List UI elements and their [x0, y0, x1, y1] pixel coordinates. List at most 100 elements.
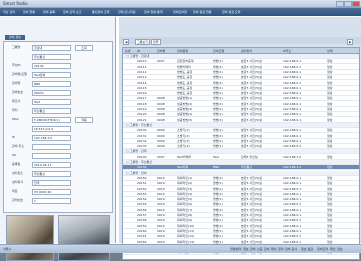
field-input[interactable]: 33 0000 26 — [32, 189, 71, 195]
status-item: 정보 — [337, 247, 343, 251]
next-arrow-icon[interactable]: ▶ — [347, 39, 354, 45]
find-button[interactable]: 조회 — [75, 45, 93, 51]
table-row[interactable]: 20132 0009 소방기(3) 방범(1) 본관3 사진(5)실 192.168.0.… — [123, 139, 359, 144]
table-row[interactable]: 20131 0009 소방기(2) 방범(1) 본관3 사진(5)실 192.168.0.… — [123, 134, 359, 139]
field-input[interactable]: 무선통신 — [32, 54, 71, 60]
group-view-button[interactable]: 그룹보기 — [135, 39, 151, 45]
field-input[interactable]: L8-577-0.0.0 — [32, 126, 71, 132]
field-row: 장비형 BNZ — [8, 81, 108, 87]
table-row[interactable]: 20161 0010 대외라인(12) 방범(1) 본관3 사진(5)실 192.168.… — [123, 234, 359, 240]
table-row[interactable]: 20111 방범카메라 방범(1) 본관3 사진(5)실 192.168.0.1 정상 — [123, 65, 359, 70]
field-label: 장비형 — [12, 81, 21, 85]
table-row[interactable]: 20114 방범도_공장 방범(1) 본관3 사진(5)실 192.168.0.1 정상 — [123, 81, 359, 86]
table-row[interactable]: 20110 0007 관련장비중계 방범(1) 본관3 사진(5)실 192.168.0.… — [123, 59, 359, 65]
table-row[interactable]: 20112 방범도_공장 방범(1) 본관3 사진(5)실 192.168.0.1 정상 — [123, 70, 359, 75]
field-input[interactable]: 무선통신 — [32, 171, 71, 177]
field-input[interactable]: BNZ — [32, 81, 71, 87]
table-row[interactable]: 20119 0008 성공방범(3) 방범(1) 본관3 사진(5)실 192.168.0… — [123, 107, 359, 112]
group-row[interactable]: ▢ 그룹명 : 한강대 — [123, 54, 359, 59]
cell: 본관3 사진(5)실 — [241, 234, 262, 239]
group-row[interactable]: ▢ 그룹명 : 무선통신 — [123, 160, 359, 165]
column-header[interactable]: ID — [137, 49, 140, 53]
table-row[interactable]: 20140 0007 Test카메라 Test 관제3 무선실 192.168.1.0 정상 — [123, 155, 359, 160]
menu-item-3[interactable]: 장비 요약 보고 — [63, 10, 81, 14]
maximize-button[interactable] — [344, 1, 352, 7]
field-input[interactable]: F-0MD4S7TD1(1) — [32, 117, 71, 123]
table-row[interactable]: 20133 0009 소방기(4) 방범(1) 본관3 사진(5)실 192.168.0.… — [123, 144, 359, 150]
table-row[interactable]: 20121 0008 성공방범(5) 방범(1) 본관3 사진(5)실 192.168.0… — [123, 118, 359, 123]
cell: 0010 — [157, 213, 165, 217]
cell: 방범(1) — [213, 112, 223, 117]
table-row[interactable]: 20159 0010 대외라인(10) 방범(1) 본관3 사진(5)실 192.168.… — [123, 224, 359, 229]
cell: 방범(1) — [213, 138, 223, 143]
column-header[interactable]: 장비종류 — [177, 49, 188, 53]
cell: 대외라인(5) — [177, 197, 193, 202]
cell: 0009 — [157, 133, 165, 138]
table-row[interactable]: 20120 0008 성공방범(4) 방범(1) 본관3 사진(5)실 192.168.0… — [123, 112, 359, 118]
table-row[interactable]: 20153 0010 대외라인(4) 방범(1) 본관3 사진(5)실 192.168.0… — [123, 192, 359, 197]
menu-item-9[interactable]: 장비 점검 요약 — [222, 10, 240, 14]
column-header[interactable]: 설치위치 — [241, 49, 252, 53]
menu-item-4[interactable]: 통신장비 조회 — [92, 10, 110, 14]
table-row[interactable]: 20156 0010 대외라인(7) 방범(1) 본관3 사진(5)실 192.168.0… — [123, 208, 359, 213]
column-header[interactable]: 장비모델 — [213, 49, 224, 53]
field-input[interactable]: 한강대 — [32, 45, 71, 51]
column-header[interactable]: 장비명 — [157, 49, 165, 53]
field-label: 관리번호 — [12, 198, 24, 202]
menu-item-8[interactable]: 장비 점검 현황 — [193, 10, 211, 14]
cell: 192.168.0.1 — [283, 101, 302, 106]
table-row[interactable]: 20130 0009 소방기(1) 방범(1) 본관3 사진(5)실 192.168.0.… — [123, 128, 359, 134]
table-row[interactable]: 20134 Test장비 BNZ 무선통신 192.168.1.0 정상 — [123, 165, 359, 171]
column-header[interactable]: IP주소 — [283, 49, 291, 53]
table-row[interactable]: 20117 0008 성공방범(1) 방범(1) 본관3 사진(5)실 192.168.0… — [123, 96, 359, 102]
table-row[interactable]: 20154 0010 대외라인(5) 방범(1) 본관3 사진(5)실 192.168.0… — [123, 197, 359, 203]
menu-item-5[interactable]: 관제 모니터링 — [118, 10, 136, 14]
menu-item-0[interactable]: 자산 관리 — [3, 10, 15, 14]
minimize-button[interactable] — [336, 1, 344, 7]
cell: 방범(1) — [213, 197, 223, 202]
menu-item-7[interactable]: 장비모바일 — [173, 10, 187, 14]
table-row[interactable]: 20160 0010 대외라인(11) 방범(1) 본관3 사진(5)실 192.168.… — [123, 229, 359, 234]
cell: 정상 — [327, 91, 333, 96]
group-row[interactable]: ▢ 그룹명 : 무선통신 — [123, 122, 359, 128]
menu-item-2[interactable]: 장비 등록 — [43, 10, 55, 14]
menu-item-6[interactable]: 장비 현황 통계 — [144, 10, 162, 14]
status-item: 정보 — [243, 247, 249, 251]
field-input[interactable]: 09070 — [32, 90, 71, 96]
window-title: Smart Radio — [3, 1, 28, 6]
field-input[interactable] — [32, 144, 71, 150]
close-button[interactable] — [352, 1, 360, 7]
prev-arrow-icon[interactable]: ◀ — [123, 39, 130, 45]
menu-item-1[interactable]: 장비 현황 — [23, 10, 35, 14]
table-row[interactable]: 20152 0010 대외라인(3) 방범(1) 본관3 사진(5)실 192.168.0… — [123, 187, 359, 192]
cell: 0010 — [157, 228, 165, 233]
field-input[interactable]: 20134 — [32, 63, 71, 69]
table-row[interactable]: 20115 방범도_공장 방범(1) 본관3 사진(5)실 192.168.0.1 정상 — [123, 86, 359, 91]
table-row[interactable]: 20157 0010 대외라인(8) 방범(1) 본관3 사진(5)실 192.168.0… — [123, 213, 359, 218]
group-row[interactable]: ▢ 그룹명 : 관제 — [123, 149, 359, 155]
field-input[interactable]: 한국 — [32, 180, 71, 186]
cell: 20153 — [137, 191, 147, 196]
equipment-info-tab[interactable]: 장비 정보 — [5, 35, 25, 40]
group-row[interactable]: ▢ 그룹명 : 장비 — [123, 170, 359, 176]
column-header[interactable]: 순번 — [125, 49, 131, 53]
field-input[interactable]: 192.168.1.0 — [32, 135, 71, 141]
field-input[interactable] — [32, 153, 71, 159]
field-input[interactable]: 2014-05-11 — [32, 162, 71, 168]
field-input[interactable]: Test장비 — [32, 72, 71, 78]
table-row[interactable]: 20150 0010 대외라인(1) 방범(1) 본관3 사진(5)실 192.168.0… — [123, 176, 359, 181]
table-row[interactable]: 20158 0010 대외라인(9) 방범(1) 본관3 사진(5)실 192.168.0… — [123, 218, 359, 224]
column-header[interactable]: 상태 — [327, 49, 333, 53]
table-row[interactable]: 20118 0008 성공방범(2) 방범(1) 본관3 사진(5)실 192.168.0… — [123, 102, 359, 107]
table-row[interactable]: 20151 0010 대외라인(2) 방범(1) 본관3 사진(5)실 192.168.0… — [123, 181, 359, 187]
field-input[interactable]: Test — [32, 99, 71, 105]
table-row[interactable]: 20155 0010 대외라인(6) 방범(1) 본관3 사진(5)실 192.168.0… — [123, 202, 359, 208]
table-row[interactable]: 20116 방범도_공장 방범(1) 본관3 사진(5)실 192.168.0.1 정상 — [123, 91, 359, 97]
app-window: Smart Radio 자산 관리 장비 현황 장비 등록 장비 요약 보고 통신장비 … — [0, 0, 361, 261]
table-row[interactable]: 20113 방범도_공장 방범(1) 본관3 사진(5)실 192.168.0.1 정상 — [123, 75, 359, 81]
sort-button[interactable]: 정렬 — [151, 39, 161, 45]
field-input[interactable]: 1 — [32, 198, 71, 204]
field-input[interactable]: 무선통신 — [32, 108, 71, 114]
field-row: 무선ID 20134 — [8, 63, 108, 69]
apply-button[interactable]: 적용 — [75, 117, 93, 123]
